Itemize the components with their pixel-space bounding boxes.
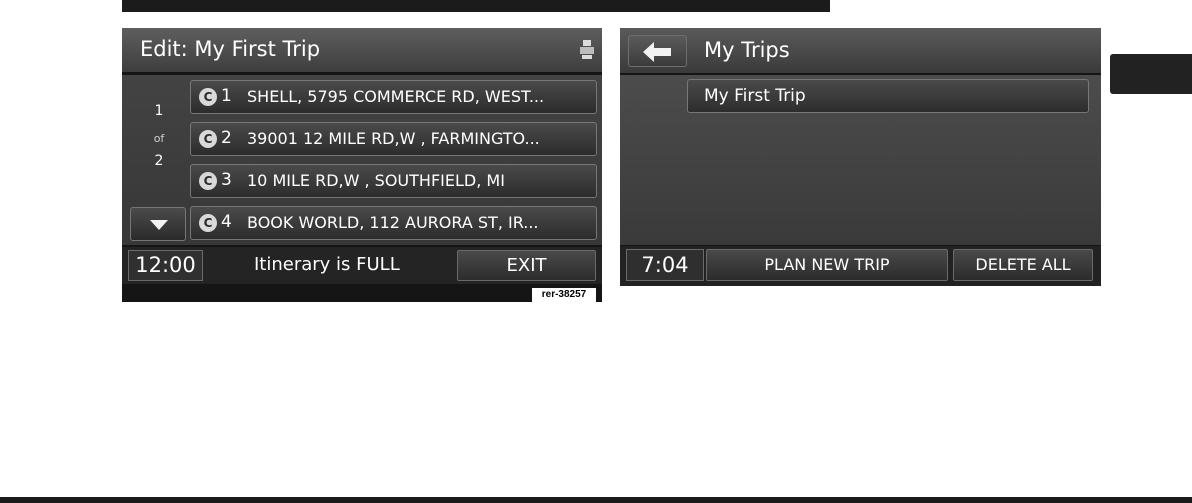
trip-list: My First Trip — [620, 75, 1101, 245]
waypoint-address: SHELL, 5795 COMMERCE RD, WEST... — [247, 87, 545, 106]
waypoint-row[interactable]: C 1 SHELL, 5795 COMMERCE RD, WEST... — [190, 80, 597, 114]
waypoint-number: 3 — [221, 170, 232, 190]
scroll-down-button[interactable] — [130, 207, 186, 241]
waypoint-number: 1 — [221, 86, 232, 106]
screen-title: My Trips — [704, 38, 790, 62]
waypoint-icon: C — [199, 172, 217, 190]
edit-trip-screen: Edit: My First Trip 1 of 2 C 1 SHELL, 57… — [122, 28, 602, 302]
waypoint-row[interactable]: C 3 10 MILE RD,W , SOUTHFIELD, MI — [190, 164, 597, 198]
title-bar: Edit: My First Trip — [122, 28, 602, 72]
clock[interactable]: 7:04 — [626, 249, 704, 281]
header-bar — [122, 0, 830, 12]
page-divider — [0, 497, 1192, 503]
page-total: 2 — [154, 153, 164, 169]
waypoint-list: 1 of 2 C 1 SHELL, 5795 COMMERCE RD, WEST… — [122, 75, 602, 245]
waypoint-number: 2 — [221, 128, 232, 148]
plan-new-trip-button[interactable]: PLAN NEW TRIP — [706, 249, 948, 281]
section-tab — [1110, 54, 1192, 94]
my-trips-screen: My Trips My First Trip 7:04 PLAN NEW TRI… — [620, 28, 1101, 286]
waypoint-icon: C — [199, 130, 217, 148]
printer-icon[interactable] — [580, 40, 594, 60]
clock[interactable]: 12:00 — [128, 250, 203, 281]
trip-list-item[interactable]: My First Trip — [687, 79, 1089, 113]
waypoint-row[interactable]: C 2 39001 12 MILE RD,W , FARMINGTO... — [190, 122, 597, 156]
waypoint-address: 39001 12 MILE RD,W , FARMINGTO... — [247, 129, 540, 148]
title-bar: My Trips — [620, 28, 1101, 73]
page-current: 1 — [154, 103, 164, 119]
delete-all-button[interactable]: DELETE ALL — [953, 249, 1093, 281]
waypoint-number: 4 — [221, 212, 232, 232]
bottom-bar: 12:00 Itinerary is FULL EXIT — [122, 247, 602, 284]
waypoint-icon: C — [199, 88, 217, 106]
itinerary-status: Itinerary is FULL — [254, 254, 400, 275]
arrow-left-icon — [643, 42, 671, 62]
screen-title: Edit: My First Trip — [140, 37, 321, 61]
waypoint-icon: C — [199, 214, 217, 232]
waypoint-address: BOOK WORLD, 112 AURORA ST, IR... — [247, 213, 539, 232]
bottom-bar: 7:04 PLAN NEW TRIP DELETE ALL — [620, 246, 1101, 286]
waypoint-address: 10 MILE RD,W , SOUTHFIELD, MI — [247, 171, 505, 190]
figure-reference-label: rer-38257 — [532, 288, 596, 302]
exit-button[interactable]: EXIT — [457, 250, 596, 281]
chevron-down-icon — [150, 220, 168, 230]
page-of: of — [153, 132, 165, 145]
waypoint-row[interactable]: C 4 BOOK WORLD, 112 AURORA ST, IR... — [190, 206, 597, 240]
back-button[interactable] — [628, 35, 687, 67]
